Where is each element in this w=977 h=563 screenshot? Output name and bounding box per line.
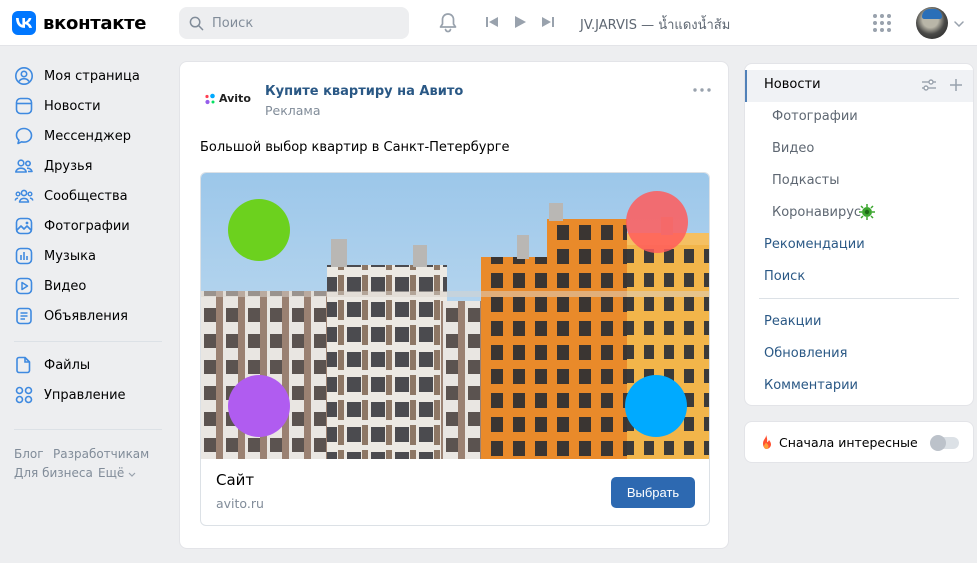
rp-item-video[interactable]: Видео [772,141,814,156]
apartment-buildings-photo [201,173,709,459]
audio-player [485,15,555,29]
rp-item-search[interactable]: Поиск [764,269,805,284]
nav-item-label: Управление [44,387,126,403]
message-icon [14,126,34,146]
footer-link-blog[interactable]: Блог [14,447,44,461]
nav-item-my-page[interactable]: Моя страница [14,61,140,91]
bell-icon[interactable] [438,12,458,38]
filter-settings-icon[interactable] [921,78,937,92]
advertiser-name[interactable]: Купите квартиру на Авито [265,84,463,99]
avito-logo-icon [205,93,215,104]
apps-icon [14,385,34,405]
top-bar: вконтакте Поиск JV.JARVIS — น้ำแดงน้ำส้ม [0,0,977,46]
sort-interesting-toggle-box[interactable]: Сначала интересные [744,421,974,463]
ad-post: Avito Купите квартиру на Авито Реклама Б… [179,61,729,549]
post-text: Большой выбор квартир в Санкт-Петербурге [200,140,510,155]
search-icon [189,16,204,30]
footer-link-business[interactable]: Для бизнеса [14,466,93,480]
services-grid-icon[interactable] [872,13,892,37]
nav-item-messenger[interactable]: Мессенджер [14,121,131,151]
add-icon[interactable] [949,78,963,92]
nav-divider [14,429,162,430]
rp-item-podcasts[interactable]: Подкасты [772,173,840,188]
vk-logo-icon [12,11,36,35]
nav-item-label: Сообщества [44,188,128,204]
nav-item-video[interactable]: Видео [14,271,86,301]
user-icon [14,66,34,86]
sort-toggle-switch[interactable] [930,435,959,451]
nav-item-communities[interactable]: Сообщества [14,181,128,211]
choose-button[interactable]: Выбрать [611,477,695,508]
nav-item-files[interactable]: Файлы [14,350,90,380]
more-options-icon[interactable] [693,88,711,92]
nav-item-classifieds[interactable]: Объявления [14,301,128,331]
play-icon[interactable] [513,15,527,29]
music-icon [14,246,34,266]
nav-item-label: Друзья [44,158,93,174]
search-input[interactable]: Поиск [179,7,409,39]
avito-logo-text: Avito [219,92,251,105]
nav-item-news[interactable]: Новости [14,91,101,121]
classifieds-icon [14,306,34,326]
chevron-down-icon[interactable] [954,21,964,27]
nav-item-label: Моя страница [44,68,140,84]
photo-icon [14,216,34,236]
search-placeholder: Поиск [212,15,254,31]
video-icon [14,276,34,296]
rp-item-photos[interactable]: Фотографии [772,109,858,124]
rp-item-comments[interactable]: Комментарии [764,378,858,393]
nav-item-friends[interactable]: Друзья [14,151,93,181]
footer-more-label: Ещё [98,466,125,480]
sort-label: Сначала интересные [779,435,918,450]
previous-track-icon[interactable] [485,15,499,29]
nav-item-label: Фотографии [44,218,130,234]
files-icon [14,355,34,375]
avatar[interactable] [916,7,948,39]
news-icon [14,96,34,116]
nav-divider [14,341,162,342]
rp-coronavirus-label: Коронавирус [772,205,862,220]
virus-icon [859,204,875,220]
nav-item-management[interactable]: Управление [14,380,126,410]
nav-item-music[interactable]: Музыка [14,241,96,271]
ad-card-title: Сайт [216,471,255,489]
rp-divider [759,298,959,299]
friends-icon [14,156,34,176]
ad-label: Реклама [265,103,321,118]
fire-icon [763,435,771,449]
chevron-down-icon [128,472,136,477]
nav-item-label: Видео [44,278,87,294]
nav-item-photos[interactable]: Фотографии [14,211,130,241]
news-filter-panel: Новости Фотографии Видео Подкасты Корона… [744,63,974,406]
rp-item-reactions[interactable]: Реакции [764,314,821,329]
rp-item-recommendations[interactable]: Рекомендации [764,237,865,252]
rp-item-coronavirus[interactable]: Коронавирус [772,205,861,220]
rp-item-updates[interactable]: Обновления [764,346,847,361]
footer-link-more[interactable]: Ещё [98,466,136,480]
now-playing-track[interactable]: JV.JARVIS — น้ำแดงน้ำส้ม [580,14,730,35]
avito-logo[interactable]: Avito [204,92,251,105]
ad-card[interactable]: Сайт avito.ru Выбрать [200,172,710,526]
nav-item-label: Новости [44,98,101,114]
rp-news-label: Новости [764,77,821,92]
vk-logo-text: вконтакте [43,12,147,34]
nav-item-label: Музыка [44,248,96,264]
nav-item-label: Файлы [44,357,91,373]
footer-link-developers[interactable]: Разработчикам [53,447,149,461]
communities-icon [14,186,34,206]
vk-logo[interactable]: вконтакте [12,11,146,35]
ad-card-domain: avito.ru [216,496,264,511]
nav-item-label: Мессенджер [44,128,131,144]
nav-item-label: Объявления [44,308,128,324]
next-track-icon[interactable] [541,15,555,29]
